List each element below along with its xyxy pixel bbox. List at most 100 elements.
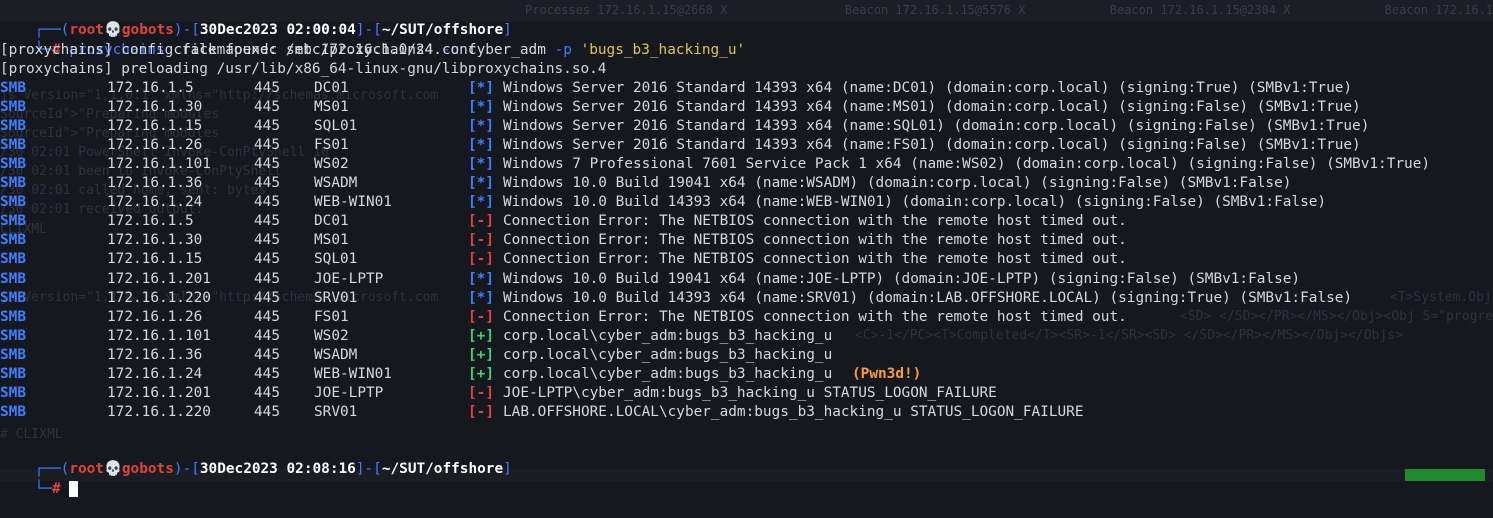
status-tag: [-] xyxy=(468,213,494,230)
result-message: LAB.OFFSHORE.LOCAL\cyber_adm:bugs_b3_hac… xyxy=(503,403,1084,420)
status-tag: [*] xyxy=(468,118,494,135)
status-tag: [+] xyxy=(468,346,494,363)
prompt-datetime: 30Dec2023 02:08:16 xyxy=(199,461,356,477)
ip-address: 172.16.1.201 xyxy=(107,270,211,287)
ip-address: 172.16.1.220 xyxy=(107,403,211,420)
ip-address: 172.16.1.220 xyxy=(107,289,211,306)
protocol-label: SMB xyxy=(0,118,26,135)
protocol-label: SMB xyxy=(0,403,26,420)
result-message: Connection Error: The NETBIOS connection… xyxy=(503,251,1127,268)
result-message: Windows 7 Professional 7601 Service Pack… xyxy=(503,156,1431,173)
info-line: [proxychains] config file found: /etc/pr… xyxy=(0,42,477,58)
hostname: WEB-WIN01 xyxy=(314,365,392,382)
status-tag: [*] xyxy=(468,156,494,173)
ghost-text: <T>System.Obje xyxy=(1390,290,1493,305)
protocol-label: SMB xyxy=(0,80,26,96)
prompt-box-corner: └─ xyxy=(34,481,52,497)
ghost-text: js Version="1.1.0.1" xmlns="http://schem… xyxy=(0,88,439,103)
hostname: MS01 xyxy=(314,99,349,116)
status-tag: [*] xyxy=(468,194,494,211)
status-tag: [*] xyxy=(468,289,494,306)
port: 445 xyxy=(254,365,280,382)
prompt-hash: # xyxy=(51,481,61,497)
hostname: FS01 xyxy=(314,137,349,154)
result-message: Connection Error: The NETBIOS connection… xyxy=(503,308,1127,325)
protocol-label: SMB xyxy=(0,327,26,344)
ip-address: 172.16.1.15 xyxy=(107,251,203,268)
status-tag: [-] xyxy=(468,251,494,268)
ip-address: 172.16.1.201 xyxy=(107,384,211,401)
hostname: DC01 xyxy=(314,213,349,230)
command-line[interactable]: └─# xyxy=(0,461,79,497)
protocol-label: SMB xyxy=(0,346,26,363)
ip-address: 172.16.1.36 xyxy=(107,346,203,363)
hostname: JOE-LPTP xyxy=(314,270,384,287)
ghost-text: <C>-1</PC><T>Completed</T><SR>-1</SR><SD… xyxy=(855,328,1403,343)
port: 445 xyxy=(254,403,280,420)
port: 445 xyxy=(254,99,280,116)
port: 445 xyxy=(254,213,280,230)
protocol-label: SMB xyxy=(0,156,26,173)
status-tag: [*] xyxy=(468,270,494,287)
result-message: Windows 10.0 Build 14393 x64 (name:SRV01… xyxy=(503,289,1353,306)
protocol-label: SMB xyxy=(0,251,26,268)
hostname: WS02 xyxy=(314,156,349,173)
hostname: WSADM xyxy=(314,346,358,363)
port: 445 xyxy=(254,251,280,268)
port: 445 xyxy=(254,156,280,173)
result-message: Windows Server 2016 Standard 14393 x64 (… xyxy=(503,99,1361,116)
ghost-text: # CLIXML xyxy=(0,427,63,442)
result-message: Windows Server 2016 Standard 14393 x64 (… xyxy=(503,80,1353,96)
prompt-line-top: ┌──(root💀gobots)-[30Dec2023 02:08:16]-[~… xyxy=(0,441,512,477)
port: 445 xyxy=(254,346,280,363)
command-line[interactable]: └─# proxychains crackmapexec smb 172.16.… xyxy=(0,22,746,58)
status-tag: [+] xyxy=(468,365,494,382)
protocol-label: SMB xyxy=(0,194,26,211)
protocol-label: SMB xyxy=(0,270,26,287)
hostname: DC01 xyxy=(314,80,349,96)
status-tag: [+] xyxy=(468,327,494,344)
ip-address: 172.16.1.5 xyxy=(107,213,194,230)
hostname: SRV01 xyxy=(314,289,358,306)
skull-icon: 💀 xyxy=(103,461,122,477)
hostname: WSADM xyxy=(314,175,358,192)
prompt-line-top: ┌──(root💀gobots)-[30Dec2023 02:00:04]-[~… xyxy=(0,2,512,38)
hostname: WEB-WIN01 xyxy=(314,194,392,211)
command-flag: -p xyxy=(554,42,572,58)
port: 445 xyxy=(254,137,280,154)
protocol-label: SMB xyxy=(0,232,26,249)
prompt-sep: ]-[ xyxy=(355,461,382,477)
protocol-label: SMB xyxy=(0,213,26,230)
port: 445 xyxy=(254,384,280,401)
result-message: Connection Error: The NETBIOS connection… xyxy=(503,213,1127,230)
hostname: SRV01 xyxy=(314,403,358,420)
protocol-label: SMB xyxy=(0,365,26,382)
text-cursor[interactable] xyxy=(69,481,79,497)
ghost-text: js Version="1.1.0.1" xmlns="http://schem… xyxy=(0,290,439,305)
status-tag: [-] xyxy=(468,308,494,325)
protocol-label: SMB xyxy=(0,384,26,401)
prompt-host: gobots xyxy=(121,461,174,477)
port: 445 xyxy=(254,194,280,211)
result-message: Windows Server 2016 Standard 14393 x64 (… xyxy=(503,118,1370,135)
protocol-label: SMB xyxy=(0,137,26,154)
background-tab: Beacon 172.16.1.15@2304 X xyxy=(1109,3,1291,17)
protocol-label: SMB xyxy=(0,289,26,306)
port: 445 xyxy=(254,308,280,325)
ip-address: 172.16.1.5 xyxy=(107,80,194,96)
port: 445 xyxy=(254,175,280,192)
port: 445 xyxy=(254,327,280,344)
protocol-label: SMB xyxy=(0,308,26,325)
result-message: Windows 10.0 Build 19041 x64 (name:JOE-L… xyxy=(503,270,1301,287)
hostname: FS01 xyxy=(314,308,349,325)
ip-address: 172.16.1.30 xyxy=(107,99,203,116)
ip-address: 172.16.1.30 xyxy=(107,232,203,249)
prompt-path: ~/SUT/offshore xyxy=(381,461,504,477)
result-message: Connection Error: The NETBIOS connection… xyxy=(503,232,1127,249)
result-message: corp.local\cyber_adm:bugs_b3_hacking_u xyxy=(503,365,833,382)
status-tag: [*] xyxy=(468,137,494,154)
command-password: 'bugs_b3_hacking_u' xyxy=(580,42,746,58)
status-tag: [-] xyxy=(468,232,494,249)
ip-address: 172.16.1.26 xyxy=(107,137,203,154)
result-message: Windows 10.0 Build 14393 x64 (name:WEB-W… xyxy=(503,194,1327,211)
